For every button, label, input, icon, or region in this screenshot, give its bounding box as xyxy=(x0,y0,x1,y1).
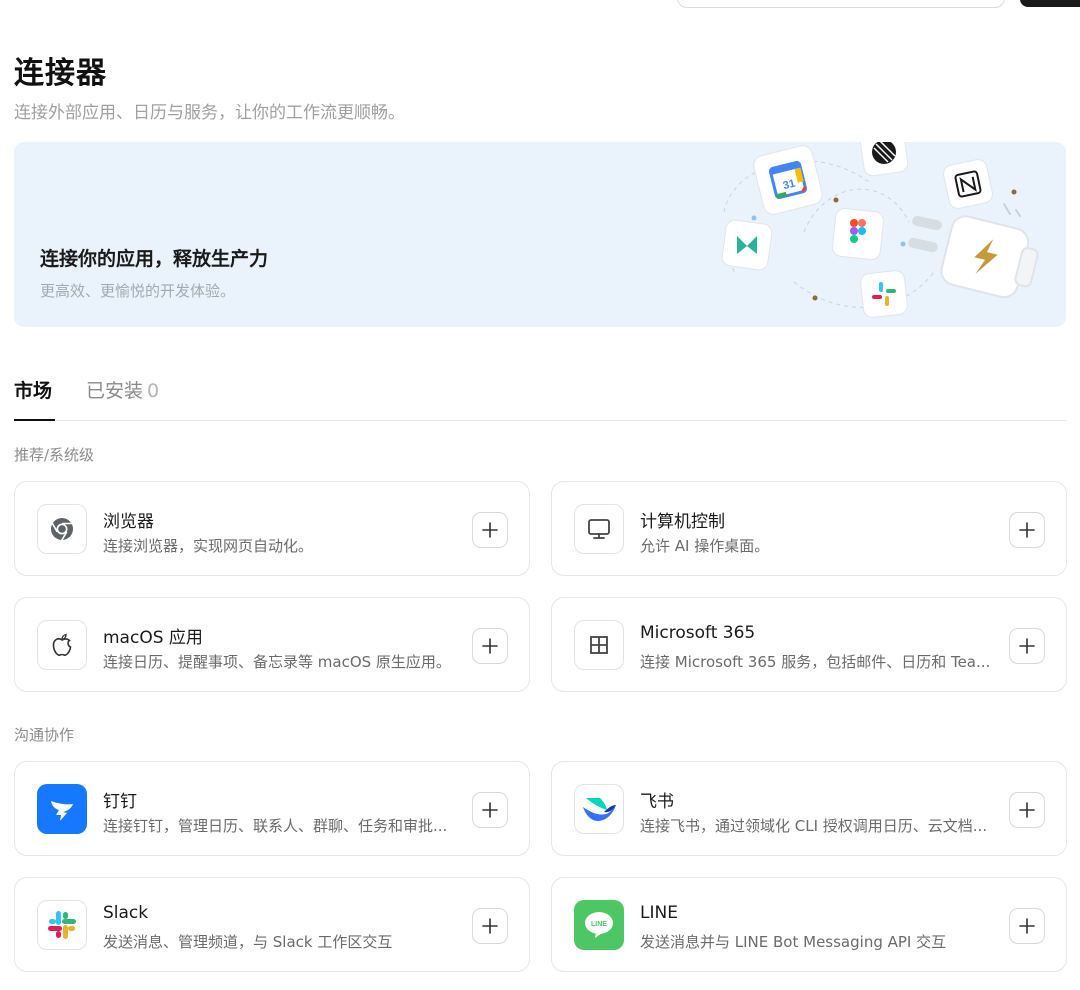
plus-icon xyxy=(482,802,498,818)
add-connector-button[interactable] xyxy=(1009,628,1045,664)
connector-title: Microsoft 365 xyxy=(640,623,756,643)
figma-icon xyxy=(832,208,884,260)
google-calendar-icon: 31 xyxy=(753,145,823,215)
hero-illustration: 31 xyxy=(721,142,1039,318)
hero-subtitle: 更高效、更愉悦的开发体验。 xyxy=(40,282,236,300)
windows-grid-icon xyxy=(574,620,624,670)
add-connector-button[interactable] xyxy=(1009,792,1045,828)
apple-icon xyxy=(37,620,87,670)
section-recommended: 推荐/系统级 xyxy=(14,446,95,464)
plus-icon xyxy=(482,638,498,654)
connector-desc: 连接日历、提醒事项、备忘录等 macOS 原生应用。 xyxy=(103,653,451,671)
monitor-icon xyxy=(574,504,624,554)
linear-icon xyxy=(859,142,909,177)
section-communication: 沟通协作 xyxy=(14,726,75,744)
add-connector-button[interactable] xyxy=(1009,512,1045,548)
tab-installed-label: 已安装 xyxy=(86,380,144,402)
connector-title: LINE xyxy=(640,903,678,923)
connector-title: macOS 应用 xyxy=(103,628,203,648)
tab-market[interactable]: 市场 xyxy=(14,376,52,403)
plus-icon xyxy=(1019,918,1035,934)
chrome-icon xyxy=(37,504,87,554)
connector-card-slack[interactable]: Slack 发送消息、管理频道，与 Slack 工作区交互 xyxy=(14,877,530,972)
plus-icon xyxy=(482,522,498,538)
connector-card-microsoft-365[interactable]: Microsoft 365 连接 Microsoft 365 服务，包括邮件、日… xyxy=(551,597,1067,692)
connector-desc: 连接钉钉，管理日历、联系人、群聊、任务和审批... xyxy=(103,817,448,835)
top-search-input[interactable] xyxy=(677,0,1005,8)
feishu-icon xyxy=(574,784,624,834)
connector-card-macos[interactable]: macOS 应用 连接日历、提醒事项、备忘录等 macOS 原生应用。 xyxy=(14,597,530,692)
add-connector-button[interactable] xyxy=(472,792,508,828)
tab-installed[interactable]: 已安装 0 xyxy=(86,376,159,403)
connector-title: 计算机控制 xyxy=(640,512,725,532)
tab-market-label: 市场 xyxy=(14,380,53,402)
hero-banner: 连接你的应用，释放生产力 更高效、更愉悦的开发体验。 31 xyxy=(14,142,1066,327)
page-subtitle: 连接外部应用、日历与服务，让你的工作流更顺畅。 xyxy=(14,103,405,123)
active-tab-indicator xyxy=(14,419,55,421)
plus-icon xyxy=(482,918,498,934)
connector-card-dingtalk[interactable]: 钉钉 连接钉钉，管理日历、联系人、群聊、任务和审批... xyxy=(14,761,530,856)
plus-icon xyxy=(1019,802,1035,818)
connector-title: 飞书 xyxy=(640,792,674,812)
add-connector-button[interactable] xyxy=(1009,908,1045,944)
connector-desc: 连接 Microsoft 365 服务，包括邮件、日历和 Tea... xyxy=(640,653,991,671)
add-connector-button[interactable] xyxy=(472,512,508,548)
connector-card-line[interactable]: LINE LINE 发送消息并与 LINE Bot Messaging API … xyxy=(551,877,1067,972)
connector-title: 浏览器 xyxy=(103,512,154,532)
hero-title: 连接你的应用，释放生产力 xyxy=(40,248,269,270)
slack-icon xyxy=(37,900,87,950)
plus-icon xyxy=(1019,522,1035,538)
connector-card-feishu[interactable]: 飞书 连接飞书，通过领域化 CLI 授权调用日历、云文档... xyxy=(551,761,1067,856)
connector-desc: 发送消息并与 LINE Bot Messaging API 交互 xyxy=(640,933,947,951)
plus-icon xyxy=(1019,638,1035,654)
page-title: 连接器 xyxy=(14,56,107,91)
line-badge-text: LINE xyxy=(591,921,607,928)
connector-tabs: 市场 已安装 0 xyxy=(14,373,1066,421)
connector-desc: 连接飞书，通过领域化 CLI 授权调用日历、云文档... xyxy=(640,817,988,835)
connector-title: 钉钉 xyxy=(103,792,137,812)
connector-card-browser[interactable]: 浏览器 连接浏览器，实现网页自动化。 xyxy=(14,481,530,576)
notion-icon xyxy=(943,159,993,209)
connector-card-computer-control[interactable]: 计算机控制 允许 AI 操作桌面。 xyxy=(551,481,1067,576)
add-connector-button[interactable] xyxy=(472,908,508,944)
line-icon: LINE xyxy=(574,900,624,950)
add-connector-button[interactable] xyxy=(472,628,508,664)
connector-desc: 允许 AI 操作桌面。 xyxy=(640,537,770,555)
dingtalk-icon xyxy=(37,784,87,834)
top-action-button[interactable] xyxy=(1020,0,1080,7)
connector-desc: 连接浏览器，实现网页自动化。 xyxy=(103,537,314,555)
connector-desc: 发送消息、管理频道，与 Slack 工作区交互 xyxy=(103,933,393,951)
installed-count: 0 xyxy=(147,380,160,402)
plug-illustration xyxy=(908,203,1039,299)
connector-title: Slack xyxy=(103,903,149,923)
mdnice-icon xyxy=(721,219,773,271)
slack-icon xyxy=(860,270,908,318)
